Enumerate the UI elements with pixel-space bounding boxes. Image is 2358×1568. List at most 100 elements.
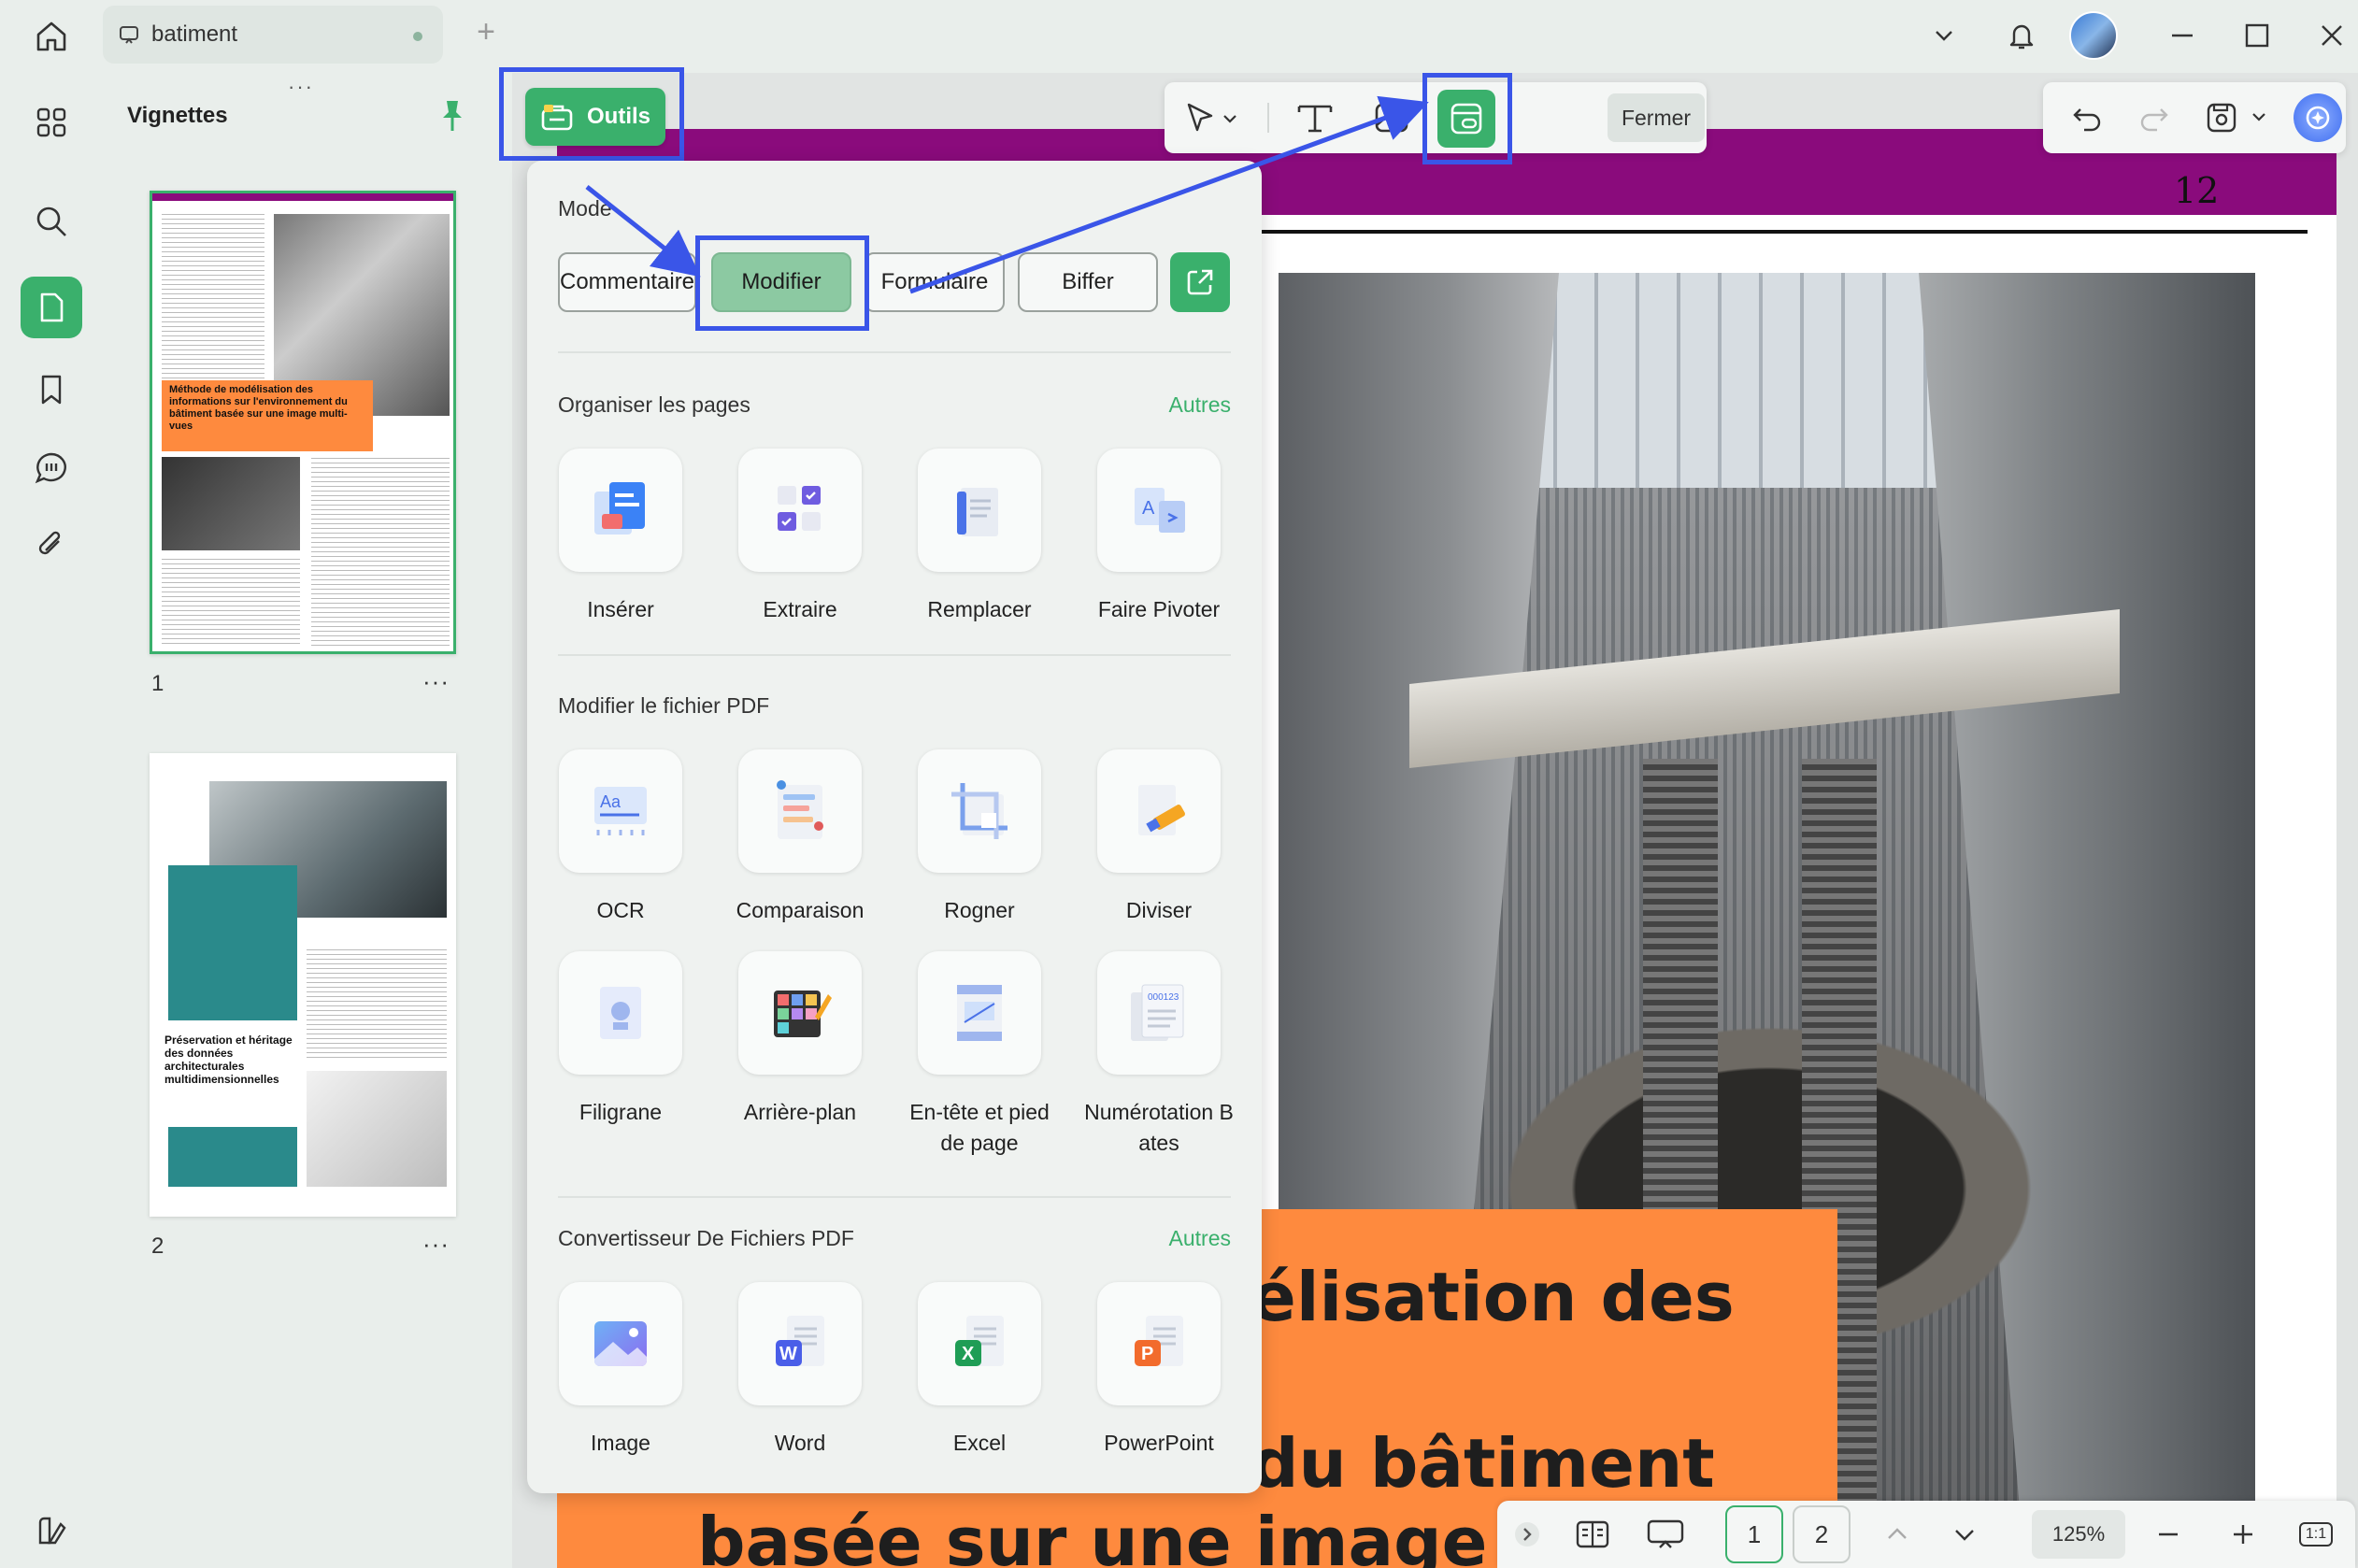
watermark-icon [600, 987, 641, 1039]
close-icon[interactable] [2308, 13, 2355, 58]
left-rail [0, 73, 105, 1568]
thumb-teal-box-2 [168, 1127, 297, 1187]
rotate-tool[interactable]: A Faire Pivoter [1079, 449, 1239, 625]
organize-section-title: Organiser les pages [558, 392, 750, 417]
convert-powerpoint-tool[interactable]: P PowerPoint [1079, 1282, 1239, 1459]
thumb-photo-2 [307, 1071, 447, 1187]
toolbox-icon [541, 105, 573, 131]
select-tool-icon[interactable] [1178, 95, 1245, 140]
ai-assistant-icon[interactable] [2294, 93, 2342, 142]
bates-tool[interactable]: 000123 Numérotation Bates [1079, 951, 1239, 1159]
minimize-icon[interactable] [2159, 13, 2206, 58]
mode-biffer-button[interactable]: Biffer [1018, 252, 1158, 312]
convert-image-tool[interactable]: Image [540, 1282, 701, 1459]
reading-mode-icon[interactable] [1566, 1510, 1619, 1559]
page-2-button[interactable]: 2 [1793, 1505, 1851, 1563]
comment-icon[interactable] [21, 437, 82, 499]
bell-icon[interactable] [1998, 13, 2045, 58]
compare-icon [777, 780, 823, 839]
thumb-photo-2 [162, 457, 300, 550]
new-tab-button[interactable]: + [467, 13, 505, 50]
ocr-tool[interactable]: Aa OCR [540, 749, 701, 926]
thumbnail-panel-title: Vignettes [127, 103, 228, 128]
extract-icon [778, 486, 821, 531]
page-thumbnail-2[interactable]: Préservation et héritage des données arc… [150, 753, 456, 1217]
expand-icon[interactable] [1507, 1510, 1548, 1559]
next-page-icon[interactable] [1942, 1510, 1987, 1559]
fermer-button[interactable]: Fermer [1608, 93, 1705, 142]
link-edit-tool-icon[interactable] [1437, 90, 1495, 148]
chevron-down-icon[interactable] [1922, 13, 1966, 58]
redo-icon[interactable] [2129, 95, 2179, 140]
convert-excel-tool[interactable]: X Excel [899, 1282, 1060, 1459]
svg-text:A: A [1142, 498, 1155, 519]
thumb-teal-box [168, 865, 297, 1020]
svg-text:X: X [962, 1344, 975, 1364]
modifier-highlight [695, 235, 869, 331]
thumb-band [152, 193, 453, 201]
document-tab-icon [120, 26, 138, 44]
tools-popup: Mode Commentaire Modifier Formulaire Bif… [527, 161, 1262, 1493]
attachment-icon[interactable] [21, 514, 82, 576]
page-number-label: 12 [2174, 170, 2220, 211]
replace-tool[interactable]: Remplacer [899, 449, 1060, 625]
convert-excel-label: Excel [952, 1431, 1007, 1455]
extract-label: Extraire [763, 597, 837, 621]
bookmark-icon[interactable] [21, 359, 82, 421]
page-more-button-1[interactable]: ··· [422, 667, 450, 696]
watermark-label: Filigrane [579, 1100, 663, 1124]
search-icon[interactable] [21, 191, 82, 252]
document-title-line1: élisation des [1250, 1258, 1735, 1336]
extract-tool[interactable]: Extraire [720, 449, 880, 625]
header-footer-label: En-tête et pied de page [909, 1100, 1050, 1155]
page-more-button-2[interactable]: ··· [422, 1230, 450, 1259]
outils-button[interactable]: Outils [525, 88, 665, 146]
compare-tool[interactable]: Comparaison [720, 749, 880, 926]
bottom-bar: 1 2 125% 1:1 [1497, 1501, 2355, 1568]
background-tool[interactable]: Arrière-plan [720, 951, 880, 1128]
excel-icon: X [955, 1316, 1004, 1366]
split-tool[interactable]: Diviser [1079, 749, 1239, 926]
thumb-heading-2: Préservation et héritage des données arc… [164, 1033, 293, 1086]
thumbnails-icon[interactable] [21, 277, 82, 338]
present-icon[interactable] [1637, 1510, 1693, 1559]
zoom-level[interactable]: 125% [2032, 1510, 2125, 1559]
insert-tool[interactable]: Insérer [540, 449, 701, 625]
previous-page-icon[interactable] [1875, 1510, 1920, 1559]
page-number-2: 2 [151, 1233, 164, 1259]
panel-toggle-icon[interactable] [21, 1501, 82, 1562]
zoom-out-icon[interactable] [2146, 1510, 2191, 1559]
actual-size-button[interactable]: 1:1 [2294, 1510, 2338, 1559]
watermark-tool[interactable]: Filigrane [540, 951, 701, 1128]
page-thumbnail-1[interactable]: Méthode de modélisation des informations… [150, 191, 456, 654]
image-tool-icon[interactable] [1366, 95, 1417, 140]
convert-word-tool[interactable]: W Word [720, 1282, 880, 1459]
ocr-label: OCR [596, 898, 645, 922]
crop-tool[interactable]: Rogner [899, 749, 1060, 926]
bates-icon: 000123 [1131, 984, 1184, 1041]
mode-formulaire-button[interactable]: Formulaire [865, 252, 1005, 312]
maximize-icon[interactable] [2234, 13, 2280, 58]
text-tool-icon[interactable] [1290, 95, 1340, 140]
panel-resize-handle[interactable]: ··· [288, 75, 314, 99]
outils-label: Outils [587, 104, 651, 129]
grid-icon[interactable] [21, 92, 82, 153]
page-1-button[interactable]: 1 [1725, 1505, 1783, 1563]
header-footer-tool[interactable]: En-tête et pied de page [899, 951, 1060, 1159]
save-icon[interactable] [2200, 95, 2284, 140]
convert-more-link[interactable]: Autres [1169, 1226, 1231, 1251]
document-title-line3: basée sur une image mu [697, 1503, 1629, 1568]
organize-more-link[interactable]: Autres [1169, 392, 1231, 418]
home-icon[interactable] [28, 17, 75, 56]
mode-commentaire-button[interactable]: Commentaire [558, 252, 696, 312]
avatar[interactable] [2069, 11, 2118, 60]
undo-icon[interactable] [2062, 95, 2112, 140]
thumb-heading-box: Méthode de modélisation des informations… [162, 380, 373, 451]
powerpoint-icon: P [1135, 1316, 1183, 1366]
document-tab[interactable]: batiment [103, 6, 443, 64]
svg-text:P: P [1141, 1344, 1153, 1364]
zoom-in-icon[interactable] [2221, 1510, 2265, 1559]
open-external-icon[interactable] [1170, 252, 1230, 312]
page-number-1: 1 [151, 671, 164, 696]
pin-icon[interactable] [437, 99, 467, 137]
